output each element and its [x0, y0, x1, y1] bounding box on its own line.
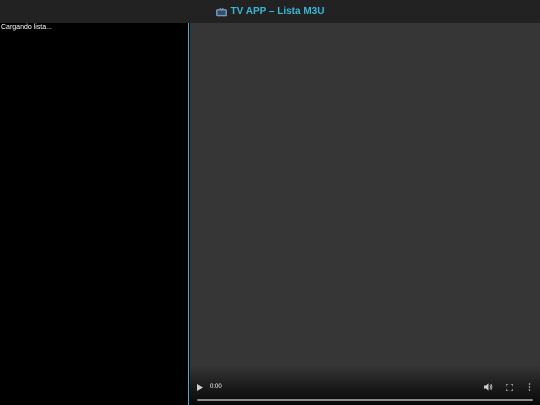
player-controls: 0:00 [190, 365, 540, 405]
play-icon [197, 383, 203, 391]
loading-status: Cargando lista... [1, 24, 52, 31]
more-options-icon [528, 383, 530, 391]
video-player[interactable]: 0:00 [190, 23, 540, 405]
play-button[interactable] [195, 382, 205, 392]
tv-icon [215, 7, 227, 16]
app-header: TV APP – Lista M3U [0, 0, 540, 23]
app-title: TV APP – Lista M3U [230, 6, 325, 17]
fullscreen-button[interactable] [504, 382, 514, 392]
more-options-button[interactable] [525, 382, 533, 392]
progress-bar[interactable] [197, 399, 533, 401]
fullscreen-icon [505, 383, 513, 391]
volume-button[interactable] [483, 382, 493, 392]
volume-icon [483, 383, 492, 391]
channel-list-sidebar[interactable]: Cargando lista... [0, 23, 189, 405]
time-display: 0:00 [210, 384, 222, 390]
